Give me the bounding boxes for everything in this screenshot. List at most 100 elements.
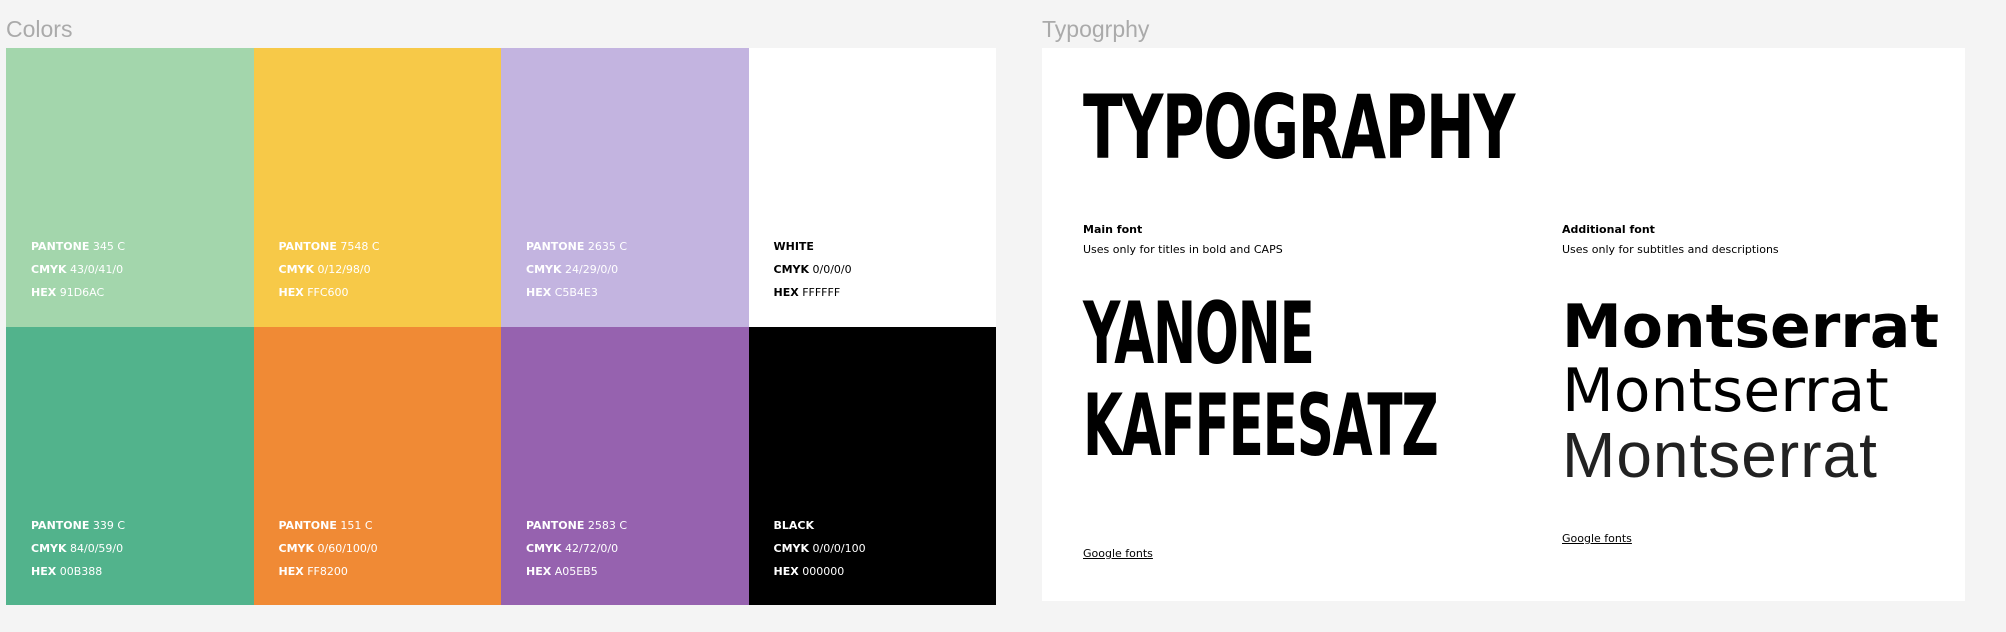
- swatch-cmyk-value: 0/0/0/100: [812, 542, 866, 555]
- swatch-hex-row: HEX 91D6AC: [31, 281, 125, 304]
- swatch-name-row: WHITE: [774, 235, 852, 258]
- swatch-hex-label: HEX: [526, 565, 552, 578]
- swatch-cmyk-label: CMYK: [773, 263, 810, 276]
- swatch-name-label: WHITE: [773, 240, 814, 253]
- swatch-name-label: PANTONE: [278, 240, 337, 253]
- swatch-cmyk-label: CMYK: [31, 263, 67, 276]
- additional-font-google-fonts-link[interactable]: Google fonts: [1562, 532, 1632, 545]
- swatch-hex-label: HEX: [31, 286, 57, 299]
- swatch-cmyk-row: CMYK 43/0/41/0: [31, 258, 125, 281]
- swatch-cmyk-label: CMYK: [278, 263, 315, 276]
- swatch-info: BLACK CMYK 0/0/0/100 HEX 000000: [774, 514, 866, 583]
- swatch-name-row: PANTONE 151 C: [279, 514, 378, 537]
- swatch-cmyk-label: CMYK: [526, 263, 562, 276]
- swatch-name-row: PANTONE 2635 C: [526, 235, 627, 258]
- typography-card: TYPOGRAPHY Main font Uses only for title…: [1042, 48, 1965, 601]
- swatch-hex-label: HEX: [278, 565, 304, 578]
- additional-font-heading: Additional font: [1562, 223, 1655, 236]
- color-swatch: PANTONE 339 C CMYK 84/0/59/0 HEX 00B388: [6, 327, 254, 605]
- color-swatch: PANTONE 2635 C CMYK 24/29/0/0 HEX C5B4E3: [501, 48, 749, 327]
- yanone-font-sample: YANONE KAFFEESATZ: [1083, 284, 1439, 476]
- yanone-sample-line2: KAFFEESATZ: [1083, 376, 1439, 476]
- swatch-cmyk-row: CMYK 24/29/0/0: [526, 258, 627, 281]
- yanone-sample-line1: YANONE: [1083, 284, 1315, 384]
- swatch-name-value: 151 C: [340, 519, 373, 532]
- swatch-cmyk-row: CMYK 0/12/98/0: [279, 258, 380, 281]
- swatch-info: PANTONE 7548 C CMYK 0/12/98/0 HEX FFC600: [279, 235, 380, 304]
- swatch-name-label: PANTONE: [526, 519, 585, 532]
- color-swatch: PANTONE 345 C CMYK 43/0/41/0 HEX 91D6AC: [6, 48, 254, 327]
- montserrat-regular-sample: Montserrat: [1562, 356, 1889, 426]
- swatch-name-label: PANTONE: [31, 240, 90, 253]
- swatch-cmyk-value: 0/60/100/0: [317, 542, 378, 555]
- swatch-hex-label: HEX: [31, 565, 57, 578]
- swatch-info: PANTONE 2635 C CMYK 24/29/0/0 HEX C5B4E3: [526, 235, 627, 304]
- swatch-cmyk-value: 0/12/98/0: [317, 263, 371, 276]
- swatch-hex-row: HEX 00B388: [31, 560, 125, 583]
- swatch-cmyk-label: CMYK: [526, 542, 562, 555]
- color-swatch: PANTONE 2583 C CMYK 42/72/0/0 HEX A05EB5: [501, 327, 749, 605]
- swatch-cmyk-value: 43/0/41/0: [70, 263, 124, 276]
- swatch-hex-value: A05EB5: [554, 565, 598, 578]
- swatch-cmyk-row: CMYK 84/0/59/0: [31, 537, 125, 560]
- swatch-name-value: 345 C: [92, 240, 126, 253]
- swatch-cmyk-row: CMYK 0/60/100/0: [279, 537, 378, 560]
- swatch-hex-value: FF8200: [307, 565, 348, 578]
- montserrat-bold-sample: Montserrat: [1562, 292, 1940, 362]
- swatch-cmyk-label: CMYK: [278, 542, 315, 555]
- swatch-hex-value: FFC600: [307, 286, 349, 299]
- swatch-cmyk-value: 84/0/59/0: [70, 542, 124, 555]
- swatch-cmyk-value: 0/0/0/0: [812, 263, 852, 276]
- swatch-info: PANTONE 151 C CMYK 0/60/100/0 HEX FF8200: [279, 514, 378, 583]
- swatch-name-value: 2635 C: [587, 240, 628, 253]
- color-palette-grid: PANTONE 345 C CMYK 43/0/41/0 HEX 91D6AC PAN…: [6, 48, 996, 605]
- typography-title: TYPOGRAPHY: [1083, 76, 1515, 179]
- swatch-info: PANTONE 345 C CMYK 43/0/41/0 HEX 91D6AC: [31, 235, 125, 304]
- swatch-name-row: PANTONE 2583 C: [526, 514, 627, 537]
- color-swatch: WHITE CMYK 0/0/0/0 HEX FFFFFF: [748, 48, 996, 327]
- color-swatch: PANTONE 7548 C CMYK 0/12/98/0 HEX FFC600: [253, 48, 501, 327]
- swatch-cmyk-value: 42/72/0/0: [565, 542, 619, 555]
- swatch-hex-row: HEX FF8200: [279, 560, 378, 583]
- swatch-hex-value: 00B388: [59, 565, 103, 578]
- swatch-name-label: BLACK: [773, 519, 815, 532]
- montserrat-light-sample: Montserrat: [1562, 419, 1878, 491]
- typography-frame-label: Typogrphy: [1042, 16, 1150, 42]
- swatch-hex-row: HEX FFFFFF: [774, 281, 852, 304]
- swatch-cmyk-label: CMYK: [31, 542, 67, 555]
- swatch-info: WHITE CMYK 0/0/0/0 HEX FFFFFF: [774, 235, 852, 304]
- additional-font-description: Uses only for subtitles and descriptions: [1562, 243, 1779, 256]
- swatch-hex-label: HEX: [773, 565, 799, 578]
- swatch-hex-value: 91D6AC: [59, 286, 105, 299]
- colors-frame-label: Colors: [6, 16, 73, 42]
- swatch-name-row: PANTONE 339 C: [31, 514, 125, 537]
- color-swatch: PANTONE 151 C CMYK 0/60/100/0 HEX FF8200: [253, 327, 501, 605]
- swatch-name-label: PANTONE: [526, 240, 585, 253]
- main-font-description: Uses only for titles in bold and CAPS: [1083, 243, 1283, 256]
- swatch-info: PANTONE 339 C CMYK 84/0/59/0 HEX 00B388: [31, 514, 125, 583]
- swatch-hex-label: HEX: [773, 286, 799, 299]
- swatch-name-row: BLACK: [774, 514, 866, 537]
- swatch-name-value: 2583 C: [587, 519, 628, 532]
- swatch-hex-row: HEX C5B4E3: [526, 281, 627, 304]
- swatch-name-row: PANTONE 345 C: [31, 235, 125, 258]
- swatch-cmyk-row: CMYK 42/72/0/0: [526, 537, 627, 560]
- swatch-info: PANTONE 2583 C CMYK 42/72/0/0 HEX A05EB5: [526, 514, 627, 583]
- swatch-hex-value: C5B4E3: [554, 286, 598, 299]
- swatch-name-row: PANTONE 7548 C: [279, 235, 380, 258]
- swatch-hex-row: HEX 000000: [774, 560, 866, 583]
- swatch-name-value: 339 C: [92, 519, 126, 532]
- swatch-cmyk-label: CMYK: [773, 542, 810, 555]
- swatch-cmyk-value: 24/29/0/0: [565, 263, 619, 276]
- swatch-hex-label: HEX: [278, 286, 304, 299]
- swatch-name-label: PANTONE: [31, 519, 90, 532]
- main-font-heading: Main font: [1083, 223, 1143, 236]
- color-swatch: BLACK CMYK 0/0/0/100 HEX 000000: [748, 327, 996, 605]
- swatch-hex-value: 000000: [802, 565, 845, 578]
- swatch-hex-row: HEX FFC600: [279, 281, 380, 304]
- swatch-hex-value: FFFFFF: [802, 286, 841, 299]
- swatch-cmyk-row: CMYK 0/0/0/100: [774, 537, 866, 560]
- swatch-hex-label: HEX: [526, 286, 552, 299]
- swatch-cmyk-row: CMYK 0/0/0/0: [774, 258, 852, 281]
- main-font-google-fonts-link[interactable]: Google fonts: [1083, 547, 1153, 560]
